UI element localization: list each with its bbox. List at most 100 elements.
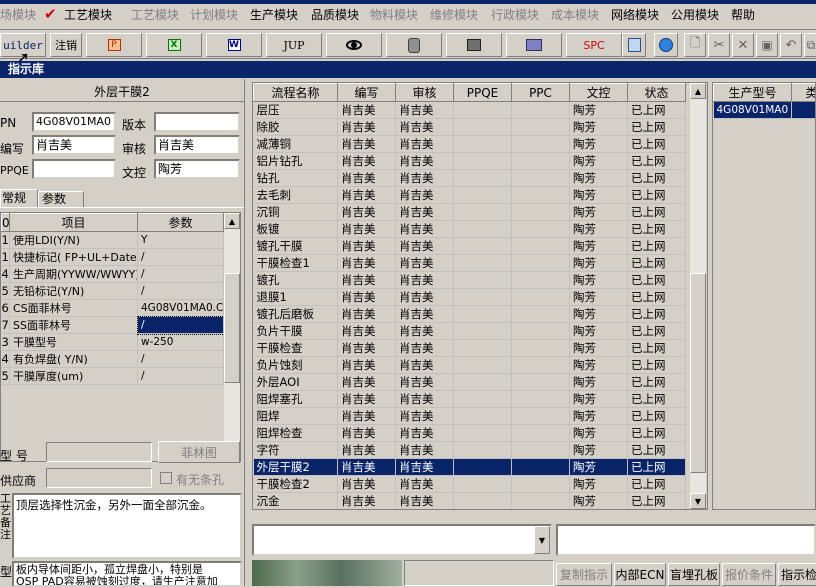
tool-button-2[interactable] (654, 33, 678, 57)
table-row[interactable]: 负片蚀刻肖吉美肖吉美陶芳已上网 (254, 357, 686, 374)
quote-conditions-button[interactable]: 报价条件 (722, 563, 776, 586)
ppt-button[interactable]: P (86, 33, 142, 57)
table-row[interactable]: 除胶肖吉美肖吉美陶芳已上网 (254, 119, 686, 136)
printer-button[interactable] (506, 33, 562, 57)
jup-button[interactable]: JUP (266, 33, 322, 57)
new-file-button[interactable]: 🗋 (684, 33, 706, 57)
excel-button[interactable]: X (146, 33, 202, 57)
tool-button-1[interactable] (622, 33, 646, 57)
table-row[interactable]: 层压肖吉美肖吉美陶芳已上网 (254, 102, 686, 119)
params-header-no[interactable]: 0 (2, 214, 10, 232)
save-button[interactable]: ▣ (756, 33, 778, 57)
table-row[interactable]: 5干膜厚度(um)/ (2, 368, 224, 385)
reviewer-field[interactable]: 肖吉美 (154, 135, 240, 155)
menu-item-plan[interactable]: 计划模块 (190, 6, 238, 23)
process-header-writer[interactable]: 编写 (338, 84, 396, 102)
doc-control-field[interactable]: 陶芳 (154, 159, 240, 179)
blind-via-board-button[interactable]: 盲埋孔板 (668, 563, 720, 586)
table-row[interactable]: 外层AOI肖吉美肖吉美陶芳已上网 (254, 374, 686, 391)
tab-general[interactable]: 常规 (0, 189, 38, 208)
view-button[interactable] (326, 33, 382, 57)
scroll-up-icon[interactable]: ▲ (224, 213, 240, 229)
table-row[interactable]: 钻孔肖吉美肖吉美陶芳已上网 (254, 170, 686, 187)
scroll-down-icon[interactable]: ▼ (690, 493, 706, 509)
menu-item-quality[interactable]: 品质模块 (311, 6, 359, 23)
process-header-ppqe[interactable]: PPQE (454, 84, 512, 102)
model-field[interactable] (46, 442, 152, 462)
bottom-text-field[interactable] (556, 524, 816, 556)
process-header-ppc[interactable]: PPC (512, 84, 570, 102)
params-header-value[interactable]: 参数 (138, 214, 224, 232)
table-row[interactable]: 1快捷标记( FP+UL+DateC/ (2, 249, 224, 266)
undo-button[interactable]: ↶ (780, 33, 802, 57)
menu-item-common[interactable]: 公用模块 (671, 6, 719, 23)
film-image-button[interactable]: 菲林图 (158, 441, 240, 463)
process-scrollbar[interactable]: ▲ ▼ (690, 83, 706, 509)
spc-button[interactable]: SPC (566, 33, 622, 57)
menu-item-material[interactable]: 物料模块 (370, 6, 418, 23)
table-row[interactable]: 外层干膜2肖吉美肖吉美陶芳已上网 (254, 459, 686, 476)
scroll-thumb[interactable] (690, 273, 706, 473)
process-header-process-name[interactable]: 流程名称 (254, 84, 338, 102)
model-header-model[interactable]: 生产型号 (714, 84, 792, 102)
dropdown-arrow-icon[interactable]: ▼ (534, 526, 550, 554)
writer-field[interactable]: 肖吉美 (32, 135, 116, 155)
table-row[interactable]: 沉金肖吉美肖吉美陶芳已上网 (254, 493, 686, 510)
version-field[interactable] (154, 112, 240, 132)
pn-field[interactable]: 4G08V01MA0 (32, 112, 116, 132)
menu-item-process[interactable]: 工艺模块 (131, 6, 179, 23)
process-header-doc-control[interactable]: 文控 (570, 84, 628, 102)
process-header-reviewer[interactable]: 审核 (396, 84, 454, 102)
menu-item-cost[interactable]: 成本模块 (551, 6, 599, 23)
more-button[interactable]: ⧉ (804, 33, 816, 57)
table-row[interactable]: 去毛刺肖吉美肖吉美陶芳已上网 (254, 187, 686, 204)
menu-item-production[interactable]: 生产模块 (250, 6, 298, 23)
table-row[interactable]: 减薄铜肖吉美肖吉美陶芳已上网 (254, 136, 686, 153)
table-row[interactable]: 沉铜肖吉美肖吉美陶芳已上网 (254, 204, 686, 221)
logout-button[interactable]: 注销 (50, 33, 82, 57)
table-row[interactable]: 7SS面菲林号/ (2, 317, 224, 334)
process-note-text[interactable]: 顶层选择性沉金，另外一面全部沉金。 (12, 493, 242, 559)
table-row[interactable]: 镀孔后磨板肖吉美肖吉美陶芳已上网 (254, 306, 686, 323)
table-row[interactable]: 干膜检查2肖吉美肖吉美陶芳已上网 (254, 476, 686, 493)
supplier-field[interactable] (46, 468, 152, 488)
bottom-combo[interactable]: ▼ (252, 524, 552, 556)
table-row[interactable]: 铝片钻孔肖吉美肖吉美陶芳已上网 (254, 153, 686, 170)
scroll-up-icon[interactable]: ▲ (690, 83, 706, 99)
menu-item-engineering[interactable]: 工艺模块 (64, 6, 112, 23)
model-header-type[interactable]: 类型 (792, 84, 816, 102)
table-row[interactable]: 4G08V01MA0 (714, 102, 816, 119)
scroll-thumb[interactable] (224, 273, 240, 383)
table-row[interactable]: 退膜1肖吉美肖吉美陶芳已上网 (254, 289, 686, 306)
instruction-check-button[interactable]: 指示检 (778, 563, 816, 586)
table-row[interactable]: 干膜检查1肖吉美肖吉美陶芳已上网 (254, 255, 686, 272)
params-header-item[interactable]: 项目 (10, 214, 138, 232)
table-row[interactable]: 阻焊检查肖吉美肖吉美陶芳已上网 (254, 425, 686, 442)
menu-item-admin[interactable]: 行政模块 (491, 6, 539, 23)
bottom-note-text[interactable]: 板内导体间距小，孤立焊盘小，特别是 OSP PAD容易被蚀刻过度，请生产注意加 (12, 561, 242, 587)
table-row[interactable]: 1使用LDI(Y/N)Y (2, 232, 224, 249)
hole-checkbox[interactable] (160, 472, 172, 484)
table-row[interactable]: 阻焊塞孔肖吉美肖吉美陶芳已上网 (254, 391, 686, 408)
copy-instruction-button[interactable]: 复制指示 (556, 563, 612, 586)
process-header-status[interactable]: 状态 (628, 84, 686, 102)
table-row[interactable]: 字符肖吉美肖吉美陶芳已上网 (254, 442, 686, 459)
table-row[interactable]: 3干膜型号w-250 (2, 334, 224, 351)
table-row[interactable]: 干膜检查肖吉美肖吉美陶芳已上网 (254, 340, 686, 357)
table-row[interactable]: 负片干膜肖吉美肖吉美陶芳已上网 (254, 323, 686, 340)
word-button[interactable]: W (206, 33, 262, 57)
table-row[interactable]: 阻焊肖吉美肖吉美陶芳已上网 (254, 408, 686, 425)
database-button[interactable] (386, 33, 442, 57)
network-button[interactable] (446, 33, 502, 57)
table-row[interactable]: 6CS面菲林号4G08V01MA0.CS2 (2, 300, 224, 317)
menu-item-field[interactable]: 场模块 (0, 6, 36, 23)
tab-params[interactable]: 参数 (38, 191, 84, 208)
internal-ecn-button[interactable]: 内部ECN (614, 563, 666, 586)
table-row[interactable]: 4有负焊盘( Y/N)/ (2, 351, 224, 368)
table-row[interactable]: 镀孔肖吉美肖吉美陶芳已上网 (254, 272, 686, 289)
menu-item-maintenance[interactable]: 维修模块 (430, 6, 478, 23)
cut-button[interactable]: ✂ (708, 33, 730, 57)
params-scrollbar[interactable]: ▲ ▼ (224, 213, 240, 461)
table-row[interactable]: 板镀肖吉美肖吉美陶芳已上网 (254, 221, 686, 238)
table-row[interactable]: 4生产周期(YYWW/WWYY)/ (2, 266, 224, 283)
